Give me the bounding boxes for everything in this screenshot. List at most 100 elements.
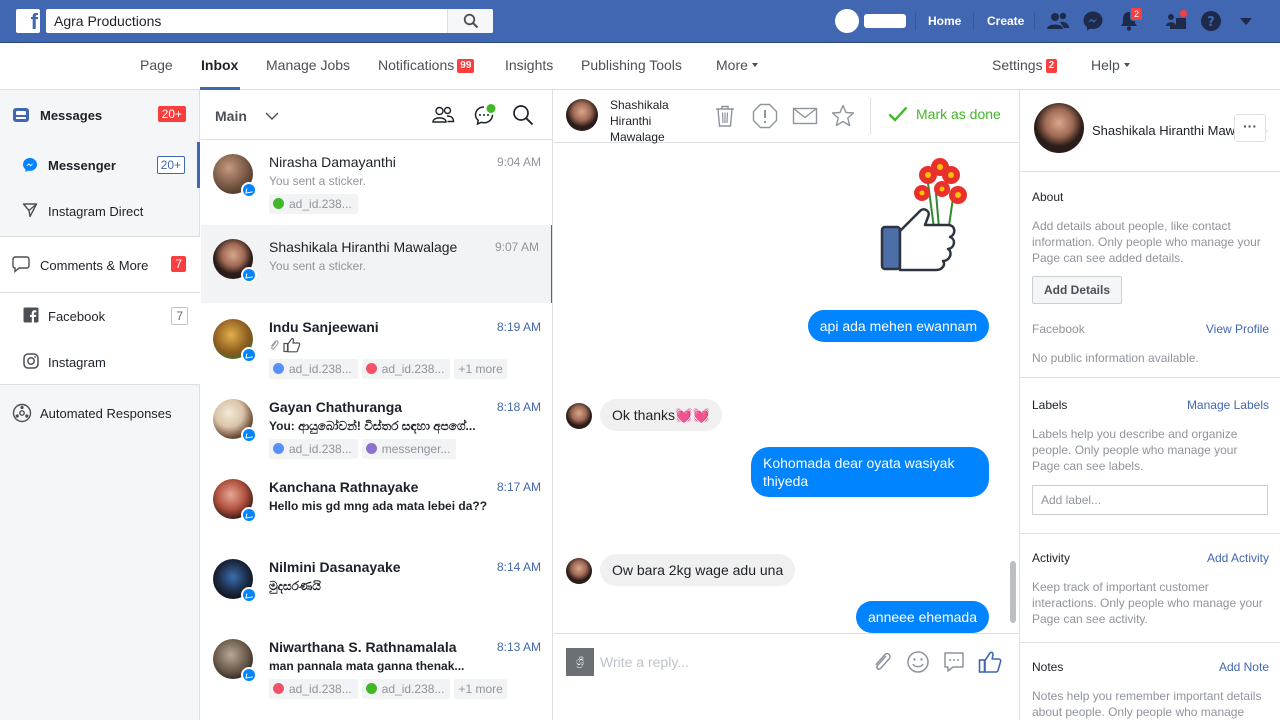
search-icon[interactable] <box>511 103 535 127</box>
trash-icon[interactable] <box>712 103 738 129</box>
tab-inbox[interactable]: Inbox <box>201 57 238 73</box>
outgoing-message[interactable]: Kohomada dear oyata wasiyak thiyeda <box>751 447 989 497</box>
more-tags[interactable]: +1 more <box>454 359 507 379</box>
conversation-item[interactable]: Kanchana Rathnayake 8:17 AM Hello mis gd… <box>201 465 552 545</box>
messages-inbox-icon <box>13 108 29 122</box>
search-input[interactable] <box>46 9 446 33</box>
tab-notifications[interactable]: Notifications 99 <box>378 57 475 73</box>
label-tag[interactable]: ad_id.238... <box>361 679 451 699</box>
sidebar-item-messenger[interactable]: Messenger 20+ <box>0 142 200 188</box>
conversation-item[interactable]: Niwarthana S. Rathnamalala 8:13 AM man p… <box>201 625 552 705</box>
account-menu-icon[interactable] <box>1238 10 1262 32</box>
emoji-icon[interactable] <box>906 650 930 674</box>
message-scrollbar[interactable] <box>1010 561 1016 623</box>
avatar[interactable] <box>1034 103 1084 153</box>
labels-section: Labels Manage Labels Labels help you des… <box>1020 378 1280 534</box>
section-title: Activity <box>1032 551 1071 565</box>
conversation-item[interactable]: Nilmini Dasanayake 8:14 AM මුදසරණයි <box>201 545 552 625</box>
tab-manage-jobs[interactable]: Manage Jobs <box>266 57 350 73</box>
send-icon <box>22 203 38 218</box>
saved-replies-icon[interactable] <box>942 650 966 674</box>
label-tags: ad_id.238... messenger... <box>269 439 460 459</box>
conversation-item[interactable]: Nirasha Damayanthi 9:04 AM You sent a st… <box>201 140 552 220</box>
label-tags: ad_id.238... <box>269 194 362 214</box>
help-icon[interactable]: ? <box>1200 10 1224 32</box>
friend-requests-icon[interactable] <box>1046 10 1070 32</box>
manage-labels-link[interactable]: Manage Labels <box>1187 398 1269 412</box>
outgoing-message[interactable]: anneee ehemada <box>856 601 989 633</box>
more-tags[interactable]: +1 more <box>454 679 507 699</box>
conversation-time: 8:14 AM <box>496 560 541 574</box>
thumbs-up-icon[interactable] <box>978 650 1002 674</box>
conversation-name: Nilmini Dasanayake <box>269 559 401 575</box>
facebook-logo-icon[interactable]: f <box>16 9 40 34</box>
tab-insights[interactable]: Insights <box>505 57 553 73</box>
conversation-item[interactable]: Gayan Chathuranga 8:18 AM You: ආයුබෝවන්!… <box>201 385 552 465</box>
conversation-time: 8:17 AM <box>496 480 541 494</box>
tag-color-dot <box>273 198 284 209</box>
activity-section: Activity Add Activity Keep track of impo… <box>1020 534 1280 643</box>
section-title: Notes <box>1032 660 1064 674</box>
sidebar-item-comments[interactable]: Comments & More 7 <box>0 236 200 293</box>
star-icon[interactable] <box>830 103 856 129</box>
tag-color-dot <box>365 363 377 374</box>
conversation-snippet: You: ආයුබෝවන්! විස්තර සඳහා අපගේ... <box>269 419 476 433</box>
profile-name[interactable] <box>864 14 906 28</box>
tab-page[interactable]: Page <box>140 57 173 73</box>
tab-help[interactable]: Help <box>1091 57 1130 73</box>
label-tag[interactable]: messenger... <box>361 439 457 459</box>
message-thread: api ada mehen ewannam Ok thanks💓💓 Kohoma… <box>554 143 1019 633</box>
conversation-snippet: You sent a sticker. <box>269 259 366 273</box>
sidebar-item-facebook[interactable]: Facebook 7 <box>0 293 200 339</box>
checkmark-icon <box>888 106 908 122</box>
attachment-icon[interactable] <box>870 650 894 674</box>
inbox-filter-dropdown[interactable]: Main <box>215 108 247 124</box>
add-details-button[interactable]: Add Details <box>1032 276 1123 304</box>
sidebar-item-label: Messages <box>40 108 103 123</box>
label-tag[interactable]: ad_id.238... <box>269 194 358 214</box>
spam-icon[interactable] <box>752 103 778 129</box>
label-tag[interactable]: ad_id.238... <box>361 359 451 379</box>
divider <box>915 12 916 30</box>
incoming-message[interactable]: Ow bara 2kg wage adu una <box>600 554 796 586</box>
page-nav: Page Inbox Manage Jobs Notifications 99 I… <box>0 43 1280 90</box>
messenger-icon <box>23 158 37 172</box>
pages-icon[interactable] <box>1164 10 1188 32</box>
conversation-name: Shashikala Hiranthi Mawalage <box>269 239 458 255</box>
sidebar-item-messages[interactable]: Messages 20+ <box>0 92 200 138</box>
home-link[interactable]: Home <box>928 14 961 28</box>
conversation-item[interactable]: Indu Sanjeewani 8:19 AM ad_id.238... ad_i… <box>201 305 552 385</box>
messenger-icon[interactable] <box>1082 10 1106 32</box>
more-options-button[interactable]: ··· <box>1234 114 1266 142</box>
tab-more[interactable]: More <box>716 57 758 73</box>
thumbs-up-icon <box>283 337 301 353</box>
sidebar-item-automated-responses[interactable]: Automated Responses <box>0 390 200 436</box>
tab-publishing-tools[interactable]: Publishing Tools <box>581 57 682 73</box>
label-tag[interactable]: ad_id.238... <box>269 359 358 379</box>
conversation-item-selected[interactable]: Shashikala Hiranthi Mawalage 9:07 AM You… <box>201 225 552 303</box>
chevron-down-icon[interactable] <box>265 112 279 120</box>
mark-as-done-button[interactable]: Mark as done <box>888 106 1001 122</box>
notifications-icon[interactable]: 2 <box>1118 7 1144 32</box>
create-link[interactable]: Create <box>987 14 1024 28</box>
tab-settings[interactable]: Settings 2 <box>992 57 1058 73</box>
view-profile-link[interactable]: View Profile <box>1206 322 1269 336</box>
people-icon[interactable] <box>431 103 455 127</box>
search-button[interactable] <box>447 9 493 33</box>
reply-input[interactable] <box>600 648 850 676</box>
incoming-message[interactable]: Ok thanks💓💓 <box>600 399 722 431</box>
label-tag[interactable]: ad_id.238... <box>269 439 358 459</box>
inbox-sidebar: Messages 20+ Messenger 20+ Instagram Dir… <box>0 90 200 720</box>
profile-avatar[interactable] <box>835 9 859 33</box>
conversation-snippet: You sent a sticker. <box>269 174 366 188</box>
add-activity-link[interactable]: Add Activity <box>1207 551 1269 565</box>
outgoing-message[interactable]: api ada mehen ewannam <box>807 310 989 342</box>
chat-contact-name[interactable]: Shashikala Hiranthi Mawalage <box>610 97 690 145</box>
active-chat-icon[interactable] <box>473 103 497 127</box>
sidebar-item-instagram-direct[interactable]: Instagram Direct <box>0 188 200 234</box>
sidebar-item-instagram[interactable]: Instagram <box>0 339 200 385</box>
label-tag[interactable]: ad_id.238... <box>269 679 358 699</box>
add-note-link[interactable]: Add Note <box>1219 660 1269 674</box>
add-label-input[interactable] <box>1032 485 1268 515</box>
mark-unread-icon[interactable] <box>792 103 818 129</box>
